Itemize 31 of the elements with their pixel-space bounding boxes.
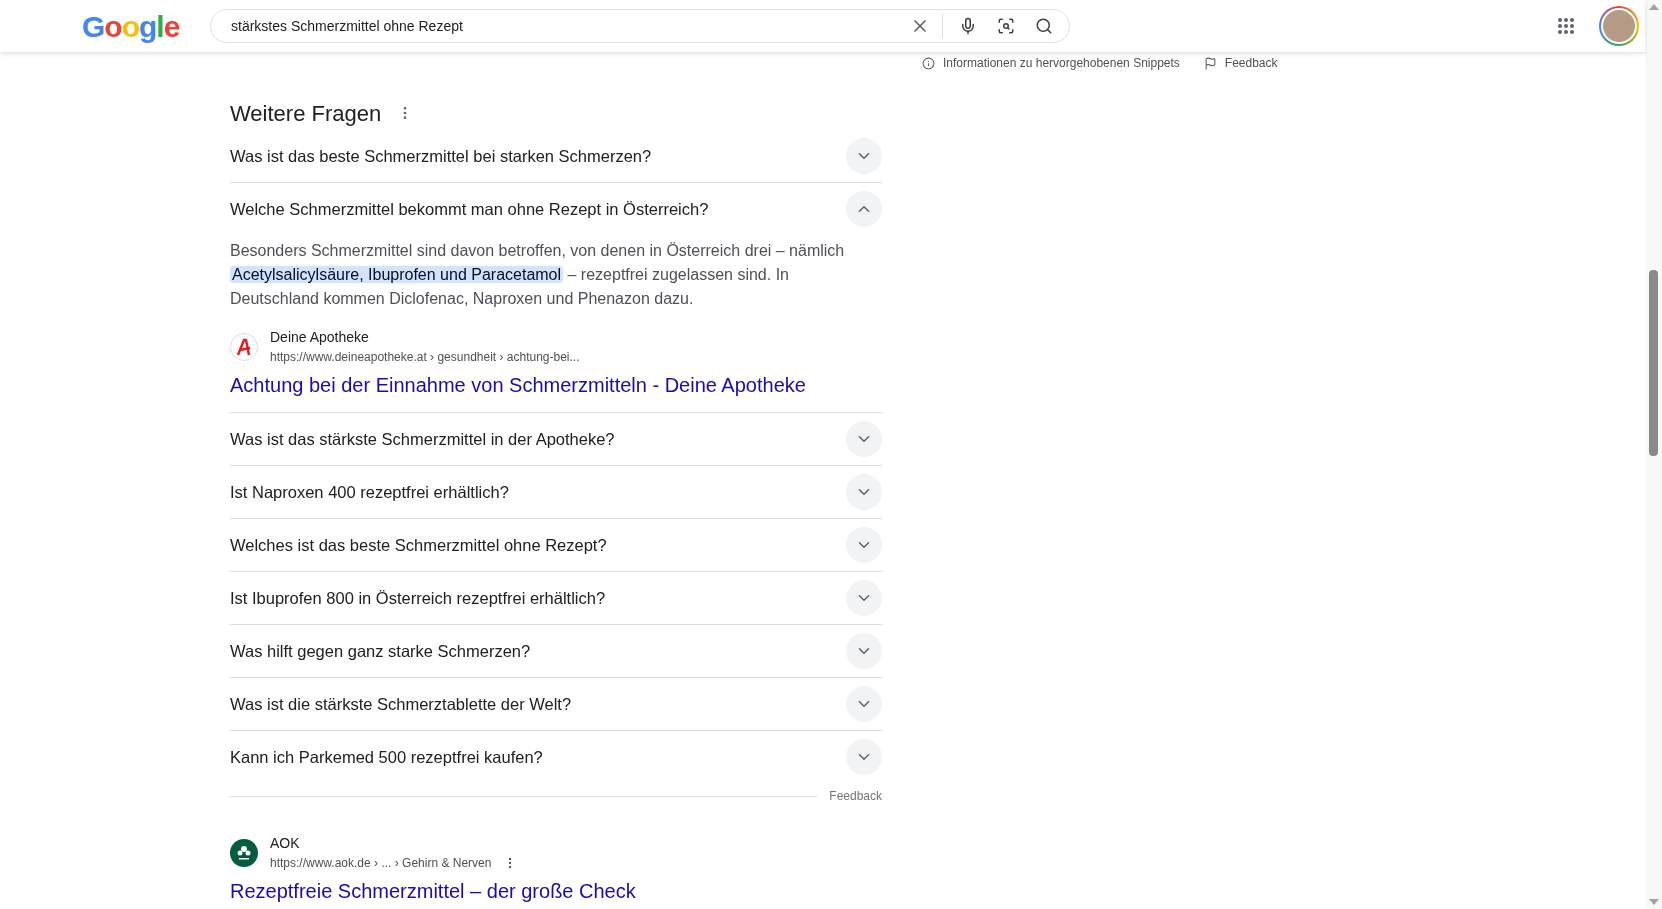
camera-search-icon[interactable] <box>997 17 1015 35</box>
site-favicon <box>230 332 258 361</box>
site-name: Deine Apotheke <box>270 328 370 347</box>
question-row[interactable]: Welches ist das beste Schmerzmittel ohne Rezept? <box>230 519 882 571</box>
answer-paragraph: Besonders Schmerzmittel sind davon betroffen, von denen in Österreich drei – nämlich Acetylsalicylsäure, Ibuprofen und Paracetamol – rezeptfrei zugelassen sind. In Deutschland kommen Diclofenac, Naproxen und Phenazon dazu. <box>230 241 846 309</box>
question-row[interactable]: Kann ich Parkemed 500 rezeptfrei kaufen? <box>230 731 882 783</box>
result-link[interactable]: Achtung bei der Einnahme von Schmerzmitteln - Deine Apotheke <box>230 370 882 400</box>
result-link[interactable]: Rezeptfreie Schmerzmittel – der große Check <box>230 876 882 906</box>
feedback-link[interactable]: Feedback <box>1224 54 1278 72</box>
site-favicon <box>230 838 258 867</box>
account-avatar[interactable] <box>1599 6 1639 46</box>
question-row[interactable]: Was hilft gegen ganz starke Schmerzen? <box>230 625 882 677</box>
info-icon <box>922 56 935 70</box>
flag-icon <box>1203 56 1217 70</box>
question-row[interactable]: Ist Naproxen 400 rezeptfrei erhältlich? <box>230 466 882 518</box>
question-row[interactable]: Was ist die stärkste Schmerztablette der Welt? <box>230 678 882 730</box>
question-row[interactable]: Ist Ibuprofen 800 in Österreich rezeptfrei erhältlich? <box>230 572 882 624</box>
feedback-link[interactable]: Feedback <box>829 787 882 805</box>
search-icon[interactable] <box>1035 17 1053 35</box>
snippet-info-link[interactable]: Informationen zu hervorgehobenen Snippets <box>943 54 1180 72</box>
apps-grid-icon[interactable] <box>1557 17 1575 35</box>
site-name: AOK <box>270 834 301 853</box>
question-row[interactable]: Was ist das beste Schmerzmittel bei starken Schmerzen? <box>230 130 882 182</box>
search-field[interactable]: stärkstes Schmerzmittel ohne Rezept <box>231 15 898 37</box>
section-title: Weitere Fragen <box>230 99 382 128</box>
site-url: https://www.deineapotheke.at › gesundheit › achtung-bei... <box>270 349 580 366</box>
question-row[interactable]: Welche Schmerzmittel bekommt man ohne Rezept in Österreich? <box>230 183 882 235</box>
site-url: https://www.aok.de › ... › Gehirn & Nerven <box>270 855 492 872</box>
question-row[interactable]: Was ist das stärkste Schmerzmittel in der Apotheke? <box>230 413 882 465</box>
google-logo[interactable]: Google <box>82 3 192 49</box>
microphone-icon[interactable] <box>959 17 977 35</box>
